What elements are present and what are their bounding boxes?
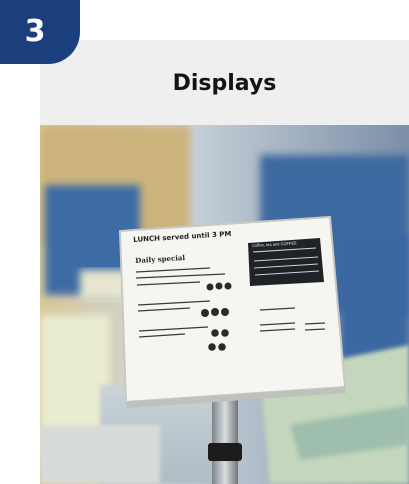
display-photo: LUNCH served until 3 PM Daily special Co… <box>40 125 409 484</box>
section-title: Displays <box>172 71 277 96</box>
